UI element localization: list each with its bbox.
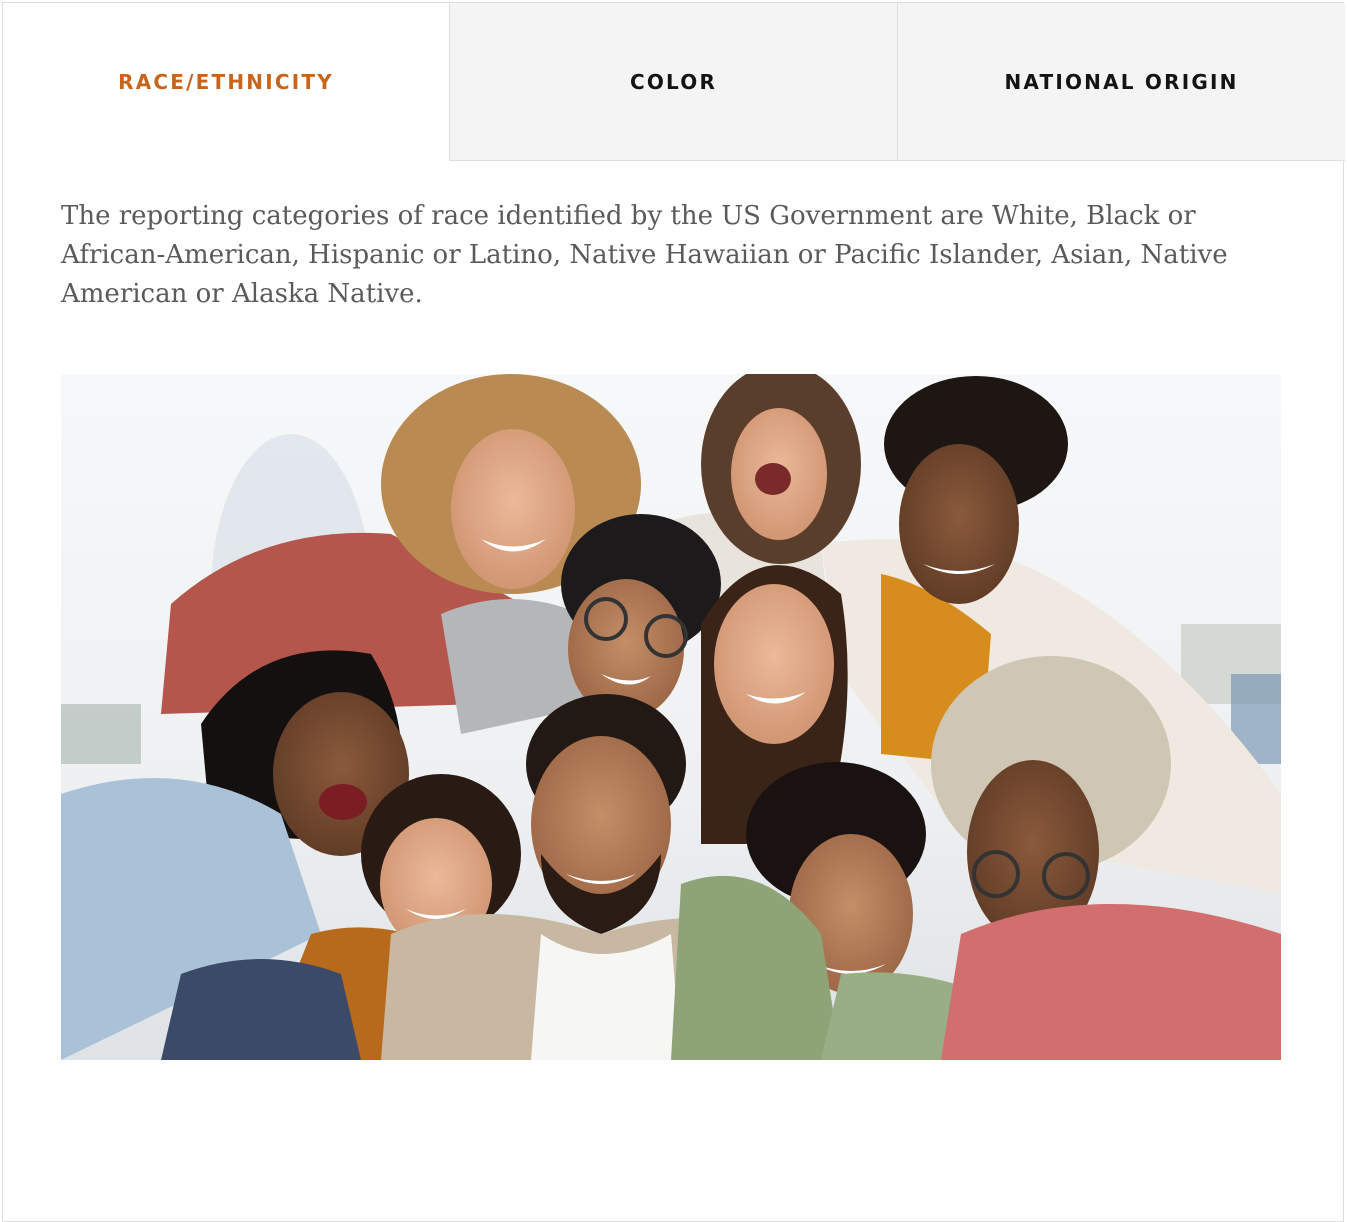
group-photo-illustration [61, 374, 1281, 1060]
tab-race-ethnicity[interactable]: RACE/ETHNICITY [3, 3, 450, 161]
tab-content-description: The reporting categories of race identif… [61, 201, 1228, 309]
tab-bar: RACE/ETHNICITY COLOR NATIONAL ORIGIN [3, 3, 1345, 161]
tab-color[interactable]: COLOR [450, 3, 898, 161]
group-photo [61, 374, 1281, 1060]
tab-national-origin[interactable]: NATIONAL ORIGIN [898, 3, 1345, 161]
tab-label: RACE/ETHNICITY [118, 70, 334, 94]
tab-label: COLOR [629, 69, 718, 94]
tab-label: NATIONAL ORIGIN [1004, 69, 1239, 94]
